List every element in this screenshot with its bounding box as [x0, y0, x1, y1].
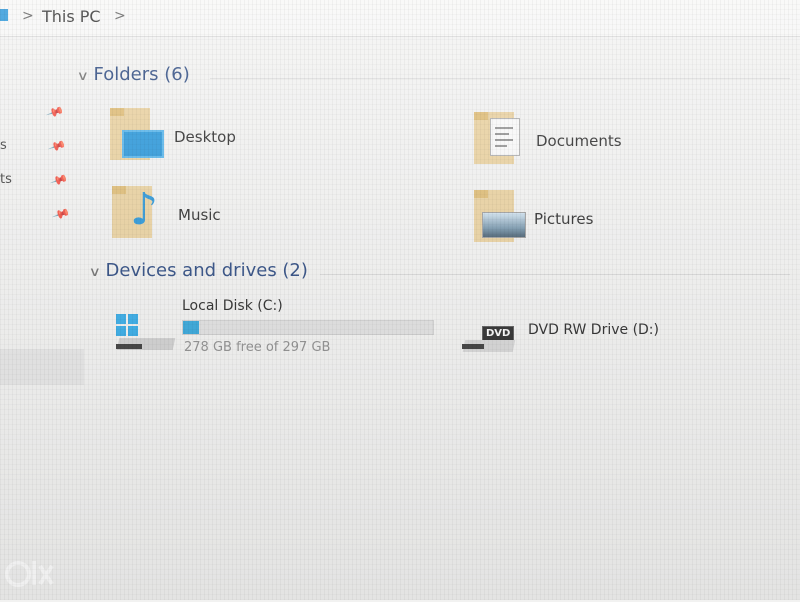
- drive-free-space: 278 GB free of 297 GB: [184, 340, 331, 355]
- folders-group-header[interactable]: ∨ Folders (6): [77, 64, 190, 85]
- pictures-folder-icon: [474, 190, 526, 242]
- breadcrumb-chevron-icon[interactable]: >: [114, 8, 126, 24]
- folder-item-music[interactable]: ♪ Music: [112, 186, 312, 246]
- olx-watermark-logo: [2, 548, 54, 596]
- folder-label: Desktop: [174, 128, 236, 146]
- drive-label: DVD RW Drive (D:): [528, 322, 659, 338]
- nav-selected-item[interactable]: [0, 349, 84, 385]
- group-divider: [320, 274, 790, 275]
- drive-item-local-disk[interactable]: Local Disk (C:) 278 GB free of 297 GB: [110, 294, 450, 358]
- breadcrumb-separator-icon: >: [22, 8, 34, 24]
- pin-icon[interactable]: 📌: [52, 205, 71, 224]
- olx-logo-icon: [5, 561, 54, 587]
- drive-item-dvd[interactable]: DVD DVD RW Drive (D:): [458, 316, 698, 356]
- drive-label: Local Disk (C:): [182, 298, 283, 314]
- folder-label: Pictures: [534, 210, 594, 228]
- group-divider: [210, 78, 790, 79]
- windows-logo-icon: [116, 314, 138, 336]
- folders-group-title: Folders (6): [93, 64, 190, 85]
- folder-item-documents[interactable]: Documents: [474, 112, 694, 172]
- pin-icon[interactable]: 📌: [50, 171, 69, 190]
- chevron-down-icon[interactable]: ∨: [77, 69, 89, 84]
- quick-access-item[interactable]: ts: [0, 172, 12, 187]
- documents-folder-icon: [474, 112, 526, 164]
- devices-group-header[interactable]: ∨ Devices and drives (2): [89, 260, 308, 281]
- drive-usage-fill: [183, 321, 199, 334]
- folder-item-pictures[interactable]: Pictures: [474, 190, 694, 250]
- dvd-badge: DVD: [482, 326, 515, 341]
- folder-label: Music: [178, 206, 221, 224]
- this-pc-icon: [0, 9, 8, 21]
- drive-slot: [116, 344, 142, 349]
- folder-item-desktop[interactable]: Desktop: [110, 108, 310, 168]
- music-folder-icon: ♪: [112, 186, 164, 238]
- chevron-down-icon[interactable]: ∨: [89, 265, 101, 280]
- pin-icon[interactable]: 📌: [46, 103, 65, 122]
- pin-icon[interactable]: 📌: [48, 137, 67, 156]
- drive-slot: [462, 344, 484, 349]
- drive-usage-bar: [182, 320, 434, 335]
- address-bar[interactable]: > This PC >: [0, 0, 800, 37]
- navigation-pane: 📌 📌 📌 📌 s ts: [0, 36, 84, 385]
- devices-group-title: Devices and drives (2): [105, 260, 308, 281]
- desktop-folder-icon: [110, 108, 164, 160]
- breadcrumb-this-pc[interactable]: This PC: [42, 7, 101, 26]
- folder-label: Documents: [536, 132, 622, 150]
- quick-access-item[interactable]: s: [0, 138, 7, 153]
